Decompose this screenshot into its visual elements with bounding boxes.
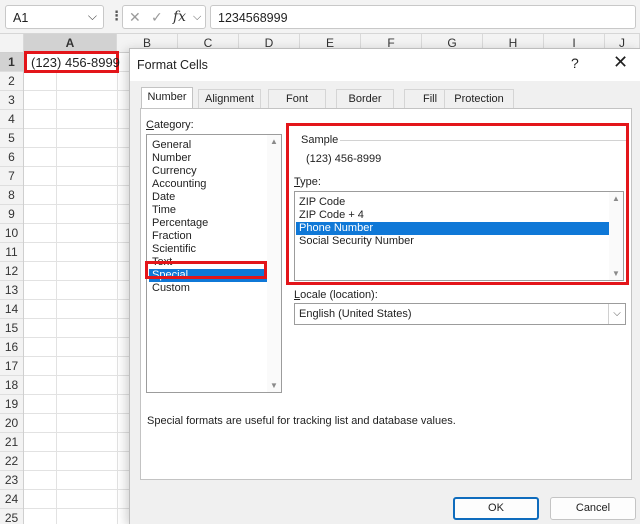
row-header-5[interactable]: 5 — [0, 129, 23, 148]
chevron-down-icon[interactable]: ⌵ — [193, 11, 201, 24]
formula-text: 1234568999 — [218, 11, 288, 25]
insert-function-icon[interactable]: fx — [173, 9, 186, 25]
row-header-18[interactable]: 18 — [0, 376, 23, 395]
category-item-scientific[interactable]: Scientific — [149, 243, 267, 256]
row-header-24[interactable]: 24 — [0, 490, 23, 509]
row-header-20[interactable]: 20 — [0, 414, 23, 433]
tab-protection[interactable]: Protection — [444, 89, 514, 108]
locale-value: English (United States) — [299, 308, 412, 320]
row-header-23[interactable]: 23 — [0, 471, 23, 490]
chevron-down-icon[interactable]: ⌵ — [88, 9, 97, 24]
row-header-3[interactable]: 3 — [0, 91, 23, 110]
locale-dropdown[interactable]: English (United States) ⌵ — [294, 303, 626, 325]
confirm-entry-icon[interactable]: ✓ — [151, 9, 163, 26]
row-header-2[interactable]: 2 — [0, 72, 23, 91]
row-header-19[interactable]: 19 — [0, 395, 23, 414]
special-highlight-box — [145, 261, 267, 279]
row-header-16[interactable]: 16 — [0, 338, 23, 357]
row-header-8[interactable]: 8 — [0, 186, 23, 205]
name-box[interactable]: A1 ⌵ — [5, 5, 104, 29]
scroll-down-icon[interactable]: ▼ — [270, 381, 278, 390]
row-header-1[interactable]: 1 — [0, 53, 23, 72]
category-item-percentage[interactable]: Percentage — [149, 217, 267, 230]
scroll-down-icon[interactable]: ▼ — [612, 269, 620, 278]
row-header-14[interactable]: 14 — [0, 300, 23, 319]
category-label: Category: — [146, 119, 194, 131]
formula-input[interactable]: 1234568999 — [210, 5, 636, 29]
row-header-21[interactable]: 21 — [0, 433, 23, 452]
category-item-currency[interactable]: Currency — [149, 165, 267, 178]
row-header-6[interactable]: 6 — [0, 148, 23, 167]
row-header-13[interactable]: 13 — [0, 281, 23, 300]
row-header-15[interactable]: 15 — [0, 319, 23, 338]
category-item-accounting[interactable]: Accounting — [149, 178, 267, 191]
format-cells-dialog: Format Cells ? ✕ Number Alignment Font Bord… — [129, 48, 640, 524]
cancel-entry-icon[interactable]: ✕ — [129, 9, 141, 26]
tab-font[interactable]: Font — [268, 89, 326, 108]
type-list[interactable]: ▲ ▼ ZIP Code ZIP Code + 4 Phone Number Soci… — [294, 191, 624, 281]
tab-alignment[interactable]: Alignment — [198, 89, 261, 108]
type-label: Type: — [294, 176, 321, 188]
row-header-11[interactable]: 11 — [0, 243, 23, 262]
sample-label: Sample — [301, 134, 339, 146]
scroll-up-icon[interactable]: ▲ — [270, 137, 278, 146]
category-scrollbar[interactable]: ▲ ▼ — [267, 135, 281, 392]
row-header-7[interactable]: 7 — [0, 167, 23, 186]
tab-number[interactable]: Number — [141, 87, 193, 108]
dialog-tabs: Number Alignment Font Border Fill Protection — [140, 87, 632, 108]
category-item-custom[interactable]: Custom — [149, 282, 267, 295]
cancel-button[interactable]: Cancel — [550, 497, 636, 520]
dialog-title: Format Cells — [137, 58, 208, 72]
category-item-number[interactable]: Number — [149, 152, 267, 165]
type-item-zip-code-4[interactable]: ZIP Code + 4 — [296, 209, 609, 222]
format-description: Special formats are useful for tracking … — [147, 415, 456, 427]
active-cell-a1[interactable]: (123) 456-8999 — [24, 51, 120, 73]
category-item-time[interactable]: Time — [149, 204, 267, 217]
help-button[interactable]: ? — [571, 55, 579, 71]
type-scrollbar[interactable]: ▲ ▼ — [609, 192, 623, 280]
close-button[interactable]: ✕ — [613, 52, 628, 73]
row-header-17[interactable]: 17 — [0, 357, 23, 376]
row-header-12[interactable]: 12 — [0, 262, 23, 281]
type-item-phone-number[interactable]: Phone Number — [296, 222, 609, 235]
locale-label: Locale (location): — [294, 289, 378, 301]
type-item-zip-code[interactable]: ZIP Code — [296, 196, 609, 209]
row-headers: 1 2 3 4 5 6 7 8 9 10 11 12 13 14 15 16 17 18 19 20 21 22 23 24 2… — [0, 53, 24, 524]
category-item-fraction[interactable]: Fraction — [149, 230, 267, 243]
chevron-down-icon[interactable]: ⌵ — [608, 304, 625, 324]
row-header-4[interactable]: 4 — [0, 110, 23, 129]
tab-border[interactable]: Border — [336, 89, 394, 108]
formula-controls: ✕ ✓ fx ⌵ — [122, 5, 206, 29]
sample-value: (123) 456-8999 — [306, 153, 382, 165]
ok-button[interactable]: OK — [453, 497, 539, 520]
row-header-10[interactable]: 10 — [0, 224, 23, 243]
formula-bar: A1 ⌵ ⋮ ✕ ✓ fx ⌵ 1234568999 — [0, 0, 640, 34]
row-header-25[interactable]: 25 — [0, 509, 23, 524]
cell-a1-value: (123) 456-8999 — [31, 55, 120, 70]
row-header-22[interactable]: 22 — [0, 452, 23, 471]
scroll-up-icon[interactable]: ▲ — [612, 194, 620, 203]
select-all-corner[interactable] — [0, 34, 24, 53]
category-item-date[interactable]: Date — [149, 191, 267, 204]
name-box-value: A1 — [13, 11, 29, 25]
dialog-titlebar: Format Cells ? ✕ — [130, 49, 640, 81]
row-header-9[interactable]: 9 — [0, 205, 23, 224]
excel-window: A1 ⌵ ⋮ ✕ ✓ fx ⌵ 1234568999 ABCDEFGHIJ 12… — [0, 0, 640, 524]
sample-divider — [340, 140, 626, 141]
category-item-general[interactable]: General — [149, 139, 267, 152]
type-item-social-security-number[interactable]: Social Security Number — [296, 235, 609, 248]
